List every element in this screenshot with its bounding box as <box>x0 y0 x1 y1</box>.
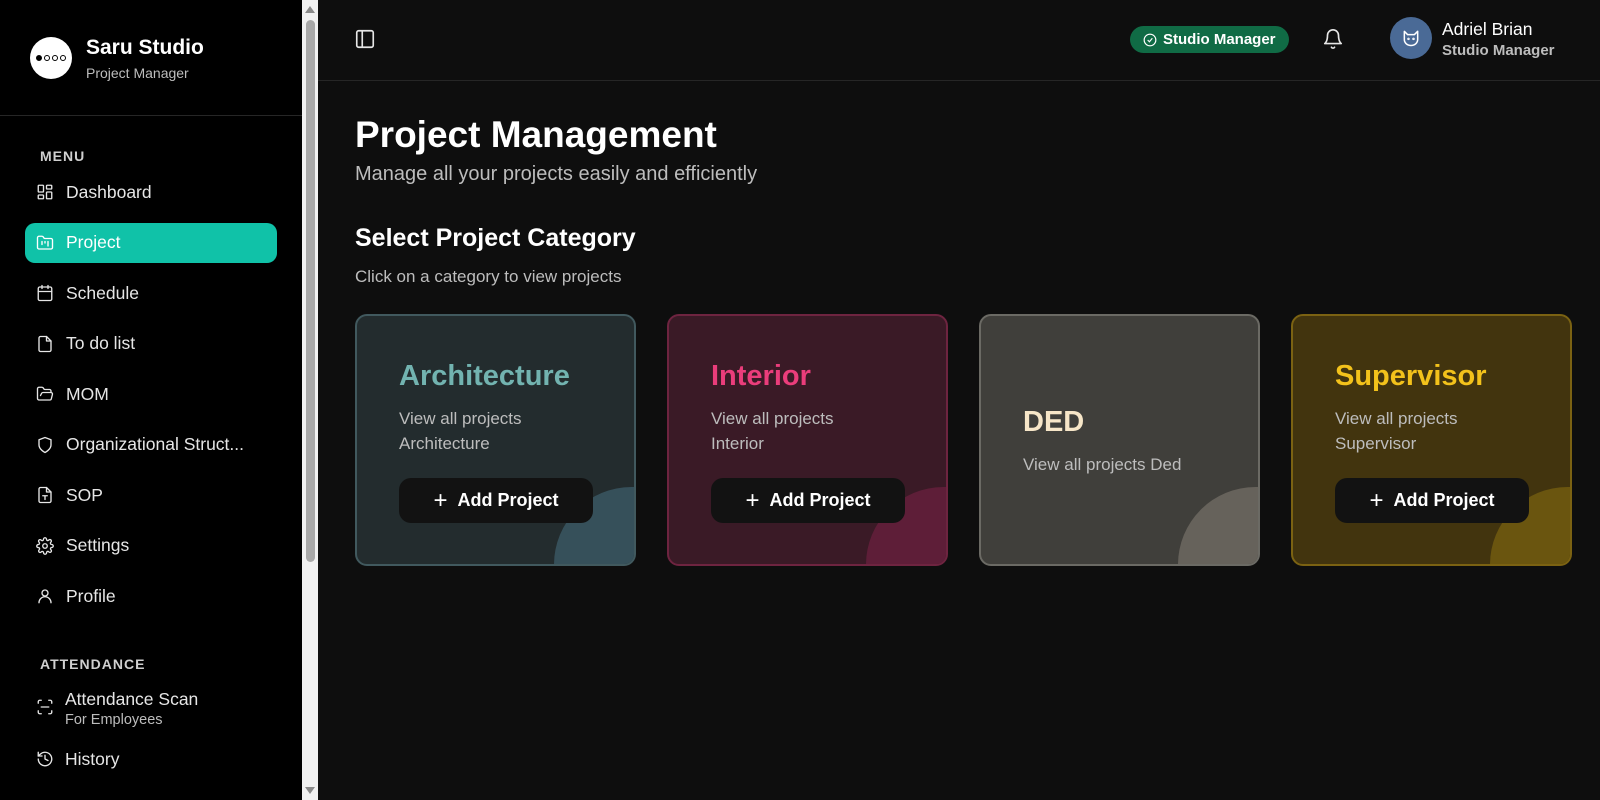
card-title: Interior <box>711 360 811 392</box>
sidebar-item-schedule[interactable]: Schedule <box>25 273 277 313</box>
folder-open-icon <box>36 385 54 403</box>
brand-name: Saru Studio <box>86 35 204 59</box>
check-circle-icon <box>1143 33 1157 46</box>
sidebar-item-label: To do list <box>66 333 136 353</box>
add-project-button[interactable]: + Add Project <box>399 478 593 523</box>
sidebar-item-sop[interactable]: SOP <box>25 475 277 515</box>
scroll-down-arrow-icon[interactable] <box>305 787 315 794</box>
category-card-interior[interactable]: Interior View all projects Interior + Add… <box>667 314 948 566</box>
sidebar-item-organizational-structure[interactable]: Organizational Struct... <box>25 425 277 465</box>
category-card-ded[interactable]: DED View all projects Ded <box>979 314 1260 566</box>
add-project-button[interactable]: + Add Project <box>711 478 905 523</box>
attendance-scan-sublabel: For Employees <box>65 712 163 728</box>
shield-icon <box>36 436 54 454</box>
card-desc-line: Supervisor <box>1335 434 1417 453</box>
sidebar-item-label: SOP <box>66 484 103 505</box>
sidebar-nav: Dashboard Project Schedule To do list MO… <box>0 172 302 616</box>
sidebar-item-profile[interactable]: Profile <box>25 576 277 616</box>
scroll-up-arrow-icon[interactable] <box>305 6 315 13</box>
dashboard-icon <box>36 183 54 201</box>
panel-left-icon <box>355 29 375 49</box>
sidebar-item-project[interactable]: Project <box>25 222 277 263</box>
card-desc-line: View all projects <box>399 409 522 428</box>
sidebar-item-mom[interactable]: MOM <box>25 374 277 414</box>
category-cards: Architecture View all projects Architect… <box>355 314 1572 566</box>
bell-icon <box>1323 29 1343 50</box>
section-subtitle: Click on a category to view projects <box>355 267 622 286</box>
sidebar-toggle-button[interactable] <box>354 28 376 50</box>
sidebar-item-todo[interactable]: To do list <box>25 324 277 364</box>
sidebar-item-label: MOM <box>66 383 109 404</box>
card-description: View all projects Architecture <box>399 406 634 456</box>
scrollbar-thumb[interactable] <box>306 20 315 562</box>
brand-subtitle: Project Manager <box>86 64 189 81</box>
card-description: View all projects Interior <box>711 406 946 456</box>
category-card-supervisor[interactable]: Supervisor View all projects Supervisor … <box>1291 314 1572 566</box>
user-role: Studio Manager <box>1442 41 1555 59</box>
notifications-button[interactable] <box>1322 28 1344 50</box>
user-icon <box>36 587 54 605</box>
category-card-architecture[interactable]: Architecture View all projects Architect… <box>355 314 636 566</box>
add-project-label: Add Project <box>769 490 871 510</box>
sidebar-item-history[interactable]: History <box>36 748 302 770</box>
decorative-circle <box>1178 487 1258 564</box>
cat-icon <box>1403 30 1419 47</box>
sidebar-scrollbar[interactable] <box>302 0 318 800</box>
attendance-section-label: ATTENDANCE <box>40 656 146 672</box>
history-label: History <box>65 749 120 769</box>
file-text-icon <box>36 486 54 504</box>
add-project-label: Add Project <box>457 490 559 510</box>
user-name: Adriel Brian <box>1442 18 1533 39</box>
plus-icon: + <box>745 486 760 514</box>
sidebar: Saru Studio Project Manager MENU Dashboa… <box>0 0 302 800</box>
folder-kanban-icon <box>36 234 54 252</box>
history-icon <box>36 750 54 768</box>
card-title: DED <box>1023 406 1085 438</box>
attendance-scan-label: Attendance Scan <box>65 689 199 709</box>
saru-logo-icon <box>30 36 72 79</box>
attendance-nav: Attendance Scan For Employees History <box>0 688 302 770</box>
card-desc-line: View all projects <box>711 409 834 428</box>
menu-section-label: MENU <box>40 148 86 164</box>
card-description: View all projects Supervisor <box>1335 406 1570 456</box>
plus-icon: + <box>1369 486 1384 514</box>
user-menu[interactable]: Adriel Brian Studio Manager <box>1390 17 1555 59</box>
brand: Saru Studio Project Manager <box>0 0 302 116</box>
sidebar-item-settings[interactable]: Settings <box>25 526 277 566</box>
main-content: Project Management Manage all your proje… <box>355 81 1575 566</box>
avatar <box>1390 17 1432 59</box>
add-project-label: Add Project <box>1393 490 1495 510</box>
sidebar-item-attendance-scan[interactable]: Attendance Scan For Employees <box>36 688 302 728</box>
calendar-icon <box>36 284 54 302</box>
sidebar-item-label: Dashboard <box>66 181 152 202</box>
file-icon <box>36 335 54 353</box>
plus-icon: + <box>433 486 448 514</box>
card-title: Architecture <box>399 360 570 392</box>
sidebar-item-label: Schedule <box>66 282 139 303</box>
add-project-button[interactable]: + Add Project <box>1335 478 1529 523</box>
scan-icon <box>36 698 54 716</box>
card-desc-line: Interior <box>711 434 764 453</box>
card-desc-line: View all projects <box>1335 409 1458 428</box>
card-description: View all projects Ded <box>1023 455 1182 474</box>
topbar: Studio Manager Adriel Brian Studio Manag… <box>318 0 1600 81</box>
page-title: Project Management <box>355 114 717 155</box>
page-subtitle: Manage all your projects easily and effi… <box>355 163 758 185</box>
sidebar-item-label: Organizational Struct... <box>66 434 244 454</box>
card-title: Supervisor <box>1335 360 1487 392</box>
role-badge-label: Studio Manager <box>1163 31 1276 48</box>
sidebar-item-dashboard[interactable]: Dashboard <box>25 172 277 212</box>
sidebar-item-label: Profile <box>66 585 116 606</box>
card-desc-line: Architecture <box>399 434 490 453</box>
gear-icon <box>36 536 54 555</box>
role-badge: Studio Manager <box>1130 26 1289 53</box>
sidebar-item-label: Project <box>66 232 121 252</box>
sidebar-item-label: Settings <box>66 535 130 555</box>
section-title: Select Project Category <box>355 224 636 252</box>
